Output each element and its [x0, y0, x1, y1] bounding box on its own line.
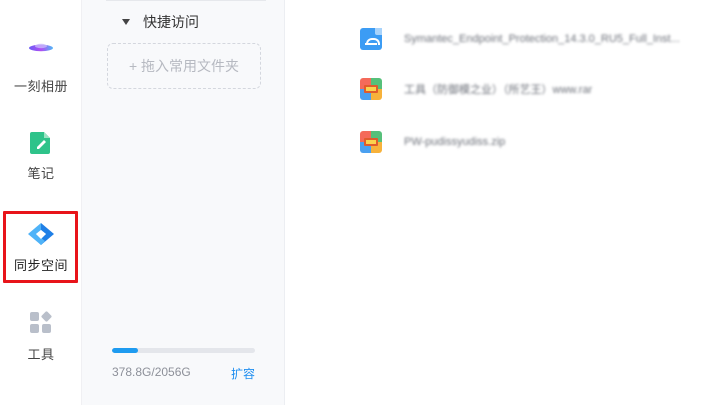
archive-icon	[360, 131, 382, 153]
sidebar-item-label: 一刻相册	[13, 79, 68, 94]
sidebar-item-album[interactable]: 一刻相册	[0, 38, 82, 95]
divider	[106, 0, 266, 1]
expand-storage-link[interactable]: 扩容	[231, 365, 255, 382]
sidebar-item-label: 工具	[27, 347, 55, 362]
apps-grid-icon	[29, 311, 53, 335]
list-item[interactable]: Symantec_Endpoint_Protection_14.3.0_RU5_…	[360, 27, 680, 51]
quick-access-panel: 快捷访问 + 拖入常用文件夹 378.8G/2056G 扩容	[82, 0, 285, 405]
quick-access-title: 快捷访问	[143, 14, 199, 30]
sync-space-icon	[27, 222, 55, 246]
archive-icon	[360, 78, 382, 100]
document-icon	[360, 28, 382, 50]
sidebar-item-tools[interactable]: 工具	[0, 311, 82, 363]
list-item[interactable]: 工具（防御模之业）（所艺王）www.rar	[360, 77, 592, 101]
file-name: Symantec_Endpoint_Protection_14.3.0_RU5_…	[404, 33, 680, 45]
storage-progress-fill	[112, 348, 139, 353]
sidebar-item-label: 笔记	[27, 166, 55, 181]
file-list: Symantec_Endpoint_Protection_14.3.0_RU5_…	[286, 0, 720, 405]
storage-progress-bar	[112, 348, 255, 353]
list-item[interactable]: PW-pudissyudiss.zip	[360, 130, 505, 154]
file-name: 工具（防御模之业）（所艺王）www.rar	[404, 84, 593, 96]
quick-access-toggle[interactable]: 快捷访问	[122, 12, 199, 32]
caret-down-icon	[122, 19, 130, 25]
file-name: PW-pudissyudiss.zip	[404, 136, 506, 148]
sidebar-item-sync[interactable]: 同步空间	[0, 222, 82, 274]
sidebar-item-notes[interactable]: 笔记	[0, 130, 82, 182]
sidebar-item-label: 同步空间	[13, 258, 68, 273]
app-sidebar: 一刻相册 笔记 同步空间 工具	[0, 0, 82, 405]
note-pencil-icon	[30, 130, 52, 154]
cloud-photo-icon	[28, 38, 54, 56]
storage-usage-text: 378.8G/2056G	[112, 365, 191, 379]
folder-drop-zone[interactable]: + 拖入常用文件夹	[107, 43, 261, 89]
